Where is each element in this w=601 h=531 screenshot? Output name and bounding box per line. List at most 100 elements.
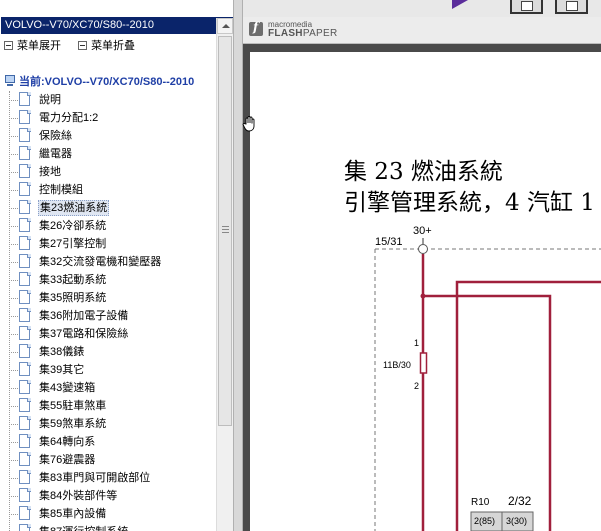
tree-controls: 菜单展开 菜单折叠 (0, 38, 135, 54)
tree-branch-line (9, 262, 18, 263)
node-label-15-31: 15/31 (375, 236, 403, 248)
grip-icon (222, 226, 229, 234)
tree-root[interactable]: 当前:VOLVO--V70/XC70/S80--2010 (3, 73, 194, 91)
viewer-top-strip (243, 0, 601, 17)
tree-branch-line (9, 298, 18, 299)
nav-arrow-icon[interactable] (452, 0, 468, 9)
fuse-11b (419, 352, 428, 374)
scroll-thumb[interactable] (218, 36, 232, 426)
tree-branch-line (9, 154, 18, 155)
document-icon (19, 128, 31, 143)
collapse-icon (78, 41, 88, 50)
tree-item-label: 集26冷卻系統 (39, 220, 107, 232)
document-icon (19, 344, 31, 359)
tree-branch-line (9, 496, 18, 497)
tree-branch-line (9, 514, 18, 515)
tree-item-label: 集84外裝部件等 (39, 490, 118, 502)
tree-item-label: 集76避震器 (39, 454, 96, 466)
tree-item-label: 集37電路和保險絲 (39, 328, 129, 340)
tree-item-label: 集27引擎控制 (39, 238, 107, 250)
document-icon (19, 182, 31, 197)
node-label-30: 30+ (413, 225, 432, 237)
tree-item-label: 集32交流發電機和變壓器 (39, 256, 162, 268)
scroll-up-arrow-icon[interactable] (217, 18, 233, 34)
pane-splitter[interactable] (233, 0, 243, 531)
document-icon (19, 110, 31, 125)
tree-branch-line (9, 316, 18, 317)
hand-cursor-icon (242, 116, 255, 132)
expand-all-button[interactable]: 菜单展开 (0, 38, 61, 54)
tree-panel-title: VOLVO--V70/XC70/S80--2010 (1, 17, 233, 34)
tree-branch-line (9, 118, 18, 119)
toolbar-button-page[interactable] (510, 0, 543, 14)
tree-item-label: 集35照明系統 (39, 292, 107, 304)
component-label-11b: 11B/30 (383, 360, 411, 370)
tree-branch-line (9, 172, 18, 173)
expand-all-label: 菜单展开 (17, 40, 61, 52)
tree-item-label: 集38儀錶 (39, 346, 85, 358)
pin-label-2: 2 (414, 381, 420, 391)
tree-branch-line (9, 136, 18, 137)
document-icon (19, 362, 31, 377)
tree-item-label: 集64轉向系 (39, 436, 96, 448)
document-icon (19, 524, 31, 531)
tree-branch-line (9, 244, 18, 245)
brand-rest: PAPER (302, 28, 338, 39)
document-icon (19, 164, 31, 179)
document-icon (19, 452, 31, 467)
tree-item-label: 電力分配1:2 (39, 112, 99, 124)
tree-connector-line (9, 91, 10, 531)
brand-bold: FLASH (268, 28, 303, 39)
tree-branch-line (9, 424, 18, 425)
document-icon (19, 506, 31, 521)
tree-item-label: 集23燃油系統 (38, 200, 110, 216)
document-icon (19, 290, 31, 305)
tree-branch-line (9, 100, 18, 101)
brand-name: FLASHPAPER (268, 28, 338, 39)
document-icon (19, 92, 31, 107)
flashpaper-logo-icon (249, 20, 263, 36)
document-icon (19, 200, 31, 215)
tree-item-label: 集87運行控制系統 (38, 524, 129, 531)
tree-item-label: 集83車門與可開啟部位 (39, 472, 151, 484)
tree-item-label: 控制模組 (39, 184, 83, 196)
tree-panel: VOLVO--V70/XC70/S80--2010 菜单展开 菜单折叠 当前:V… (0, 0, 233, 531)
expand-icon (4, 41, 13, 50)
relay-label-r10: R10 (471, 497, 490, 508)
document-icon (19, 326, 31, 341)
toolbar-button-layout[interactable] (555, 0, 588, 14)
document-icon (19, 146, 31, 161)
tree-branch-line (9, 406, 18, 407)
tree-item-label: 集85車內設備 (39, 508, 107, 520)
tree-branch-line (9, 442, 18, 443)
document-icon (19, 308, 31, 323)
document-icon (19, 416, 31, 431)
computer-icon (3, 74, 17, 88)
ref-label-2-32: 2/32 (508, 494, 532, 508)
document-icon (19, 218, 31, 233)
tree-scrollbar[interactable] (216, 18, 233, 531)
single-page-icon (521, 1, 533, 11)
tree-branch-line (9, 388, 18, 389)
page-title: 集 23 燃油系統 (344, 159, 503, 185)
tree-item-label: 集36附加電子設備 (39, 310, 129, 322)
document-icon (19, 488, 31, 503)
tree-item-label: 說明 (39, 94, 61, 106)
two-page-icon (566, 1, 578, 11)
relay-pin-85: 2(85) (474, 516, 496, 526)
document-icon (19, 398, 31, 413)
collapse-all-button[interactable]: 菜单折叠 (74, 38, 135, 54)
page-subtitle: 引擎管理系統，4 汽缸 1 (344, 190, 595, 216)
relay-pin-30: 3(30) (506, 516, 528, 526)
terminal-node (418, 244, 428, 254)
tree-branch-line (9, 334, 18, 335)
collapse-all-label: 菜单折叠 (91, 40, 136, 52)
tree-root-label: 当前:VOLVO--V70/XC70/S80--2010 (19, 76, 195, 88)
tree-branch-line (9, 370, 18, 371)
tree-branch-line (9, 226, 18, 227)
wiring-diagram (374, 238, 601, 531)
document-icon (19, 434, 31, 449)
tree-branch-line (9, 352, 18, 353)
document-icon (19, 236, 31, 251)
tree-branch-line (9, 460, 18, 461)
